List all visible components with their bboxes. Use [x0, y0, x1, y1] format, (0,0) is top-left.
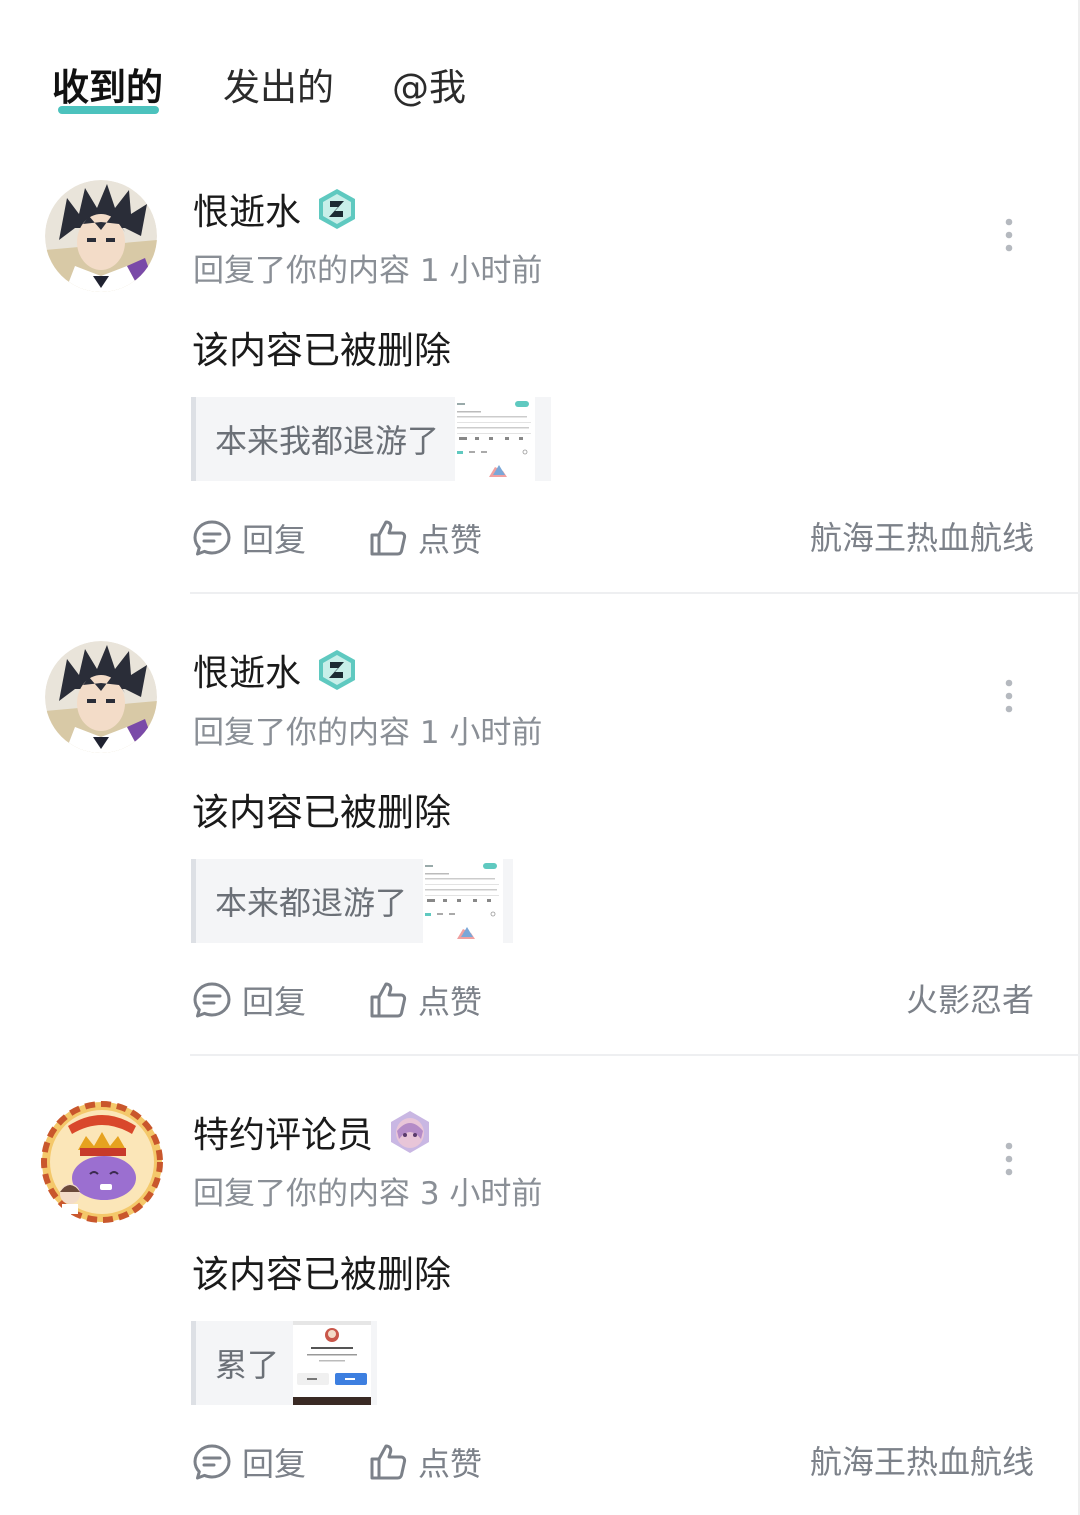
- more-options-icon[interactable]: [1000, 1136, 1018, 1182]
- thumbs-up-icon: [370, 982, 407, 1018]
- comment-icon: [193, 982, 231, 1018]
- comment-content: 该内容已被删除: [192, 329, 451, 372]
- reply-button[interactable]: 回复: [192, 975, 306, 1025]
- comment-content: 该内容已被删除: [192, 1253, 451, 1296]
- thumbs-up-icon: [370, 1444, 407, 1480]
- name-row: 恨逝水: [193, 644, 359, 696]
- action-bar: 回复 点赞 航海王热血航线: [192, 513, 1034, 563]
- divider: [190, 592, 1080, 594]
- tab-bar: 收到的 发出的 @我: [52, 62, 466, 122]
- purple-character-badge-icon: [387, 1109, 433, 1155]
- tab-received-label: 收到的: [52, 66, 163, 109]
- reply-label: 回复: [242, 983, 307, 1021]
- comment-icon: [193, 1444, 231, 1480]
- comment-content: 该内容已被删除: [192, 791, 451, 834]
- more-options-icon[interactable]: [1000, 212, 1018, 258]
- like-button[interactable]: 点赞: [368, 975, 482, 1025]
- more-options-icon[interactable]: [1000, 673, 1018, 719]
- reply-label: 回复: [242, 1445, 307, 1483]
- reply-button[interactable]: 回复: [192, 1437, 306, 1487]
- user-avatar[interactable]: [40, 1100, 164, 1224]
- quoted-text: 本来我都退游了: [215, 422, 440, 460]
- tab-sent[interactable]: 发出的: [223, 62, 334, 114]
- action-bar: 回复 点赞 航海王热血航线: [192, 1437, 1034, 1487]
- reply-label: 回复: [242, 521, 307, 559]
- user-avatar[interactable]: [45, 641, 157, 753]
- game-tag[interactable]: 火影忍者: [906, 975, 1034, 1025]
- like-label: 点赞: [418, 521, 483, 559]
- like-label: 点赞: [418, 1445, 483, 1483]
- quoted-image-thumbnail: [293, 1321, 372, 1405]
- quoted-text: 本来都退游了: [215, 884, 408, 922]
- action-time: 回复了你的内容 1 小时前: [193, 715, 543, 751]
- comment-icon: [193, 520, 231, 556]
- thumbs-up-icon: [370, 520, 407, 556]
- reply-button[interactable]: 回复: [192, 513, 306, 563]
- user-avatar[interactable]: [45, 180, 157, 292]
- like-button[interactable]: 点赞: [368, 1437, 482, 1487]
- divider: [190, 1054, 1080, 1056]
- name-row: 特约评论员: [193, 1106, 433, 1158]
- teal-hexagon-badge-icon: [315, 187, 359, 231]
- tab-received[interactable]: 收到的: [52, 62, 163, 114]
- like-label: 点赞: [418, 983, 483, 1021]
- quoted-image-thumbnail: [455, 397, 536, 481]
- name-row: 恨逝水: [193, 183, 359, 235]
- teal-hexagon-badge-icon: [315, 648, 359, 692]
- tab-mentions[interactable]: @我: [392, 62, 466, 114]
- quoted-image-thumbnail: [423, 859, 504, 943]
- tab-sent-label: 发出的: [223, 66, 334, 109]
- action-bar: 回复 点赞 火影忍者: [192, 975, 1034, 1025]
- username[interactable]: 恨逝水: [193, 183, 301, 235]
- game-tag[interactable]: 航海王热血航线: [810, 513, 1034, 563]
- quoted-text: 累了: [215, 1346, 280, 1384]
- username[interactable]: 恨逝水: [193, 644, 301, 696]
- quoted-post[interactable]: 本来都退游了: [191, 859, 513, 943]
- like-button[interactable]: 点赞: [368, 513, 482, 563]
- tab-mentions-label: @我: [392, 66, 466, 109]
- game-tag[interactable]: 航海王热血航线: [810, 1437, 1034, 1487]
- action-time: 回复了你的内容 1 小时前: [193, 253, 543, 289]
- action-time: 回复了你的内容 3 小时前: [193, 1176, 543, 1212]
- quoted-post[interactable]: 本来我都退游了: [191, 397, 551, 481]
- quoted-post[interactable]: 累了: [191, 1321, 377, 1405]
- username[interactable]: 特约评论员: [193, 1106, 373, 1158]
